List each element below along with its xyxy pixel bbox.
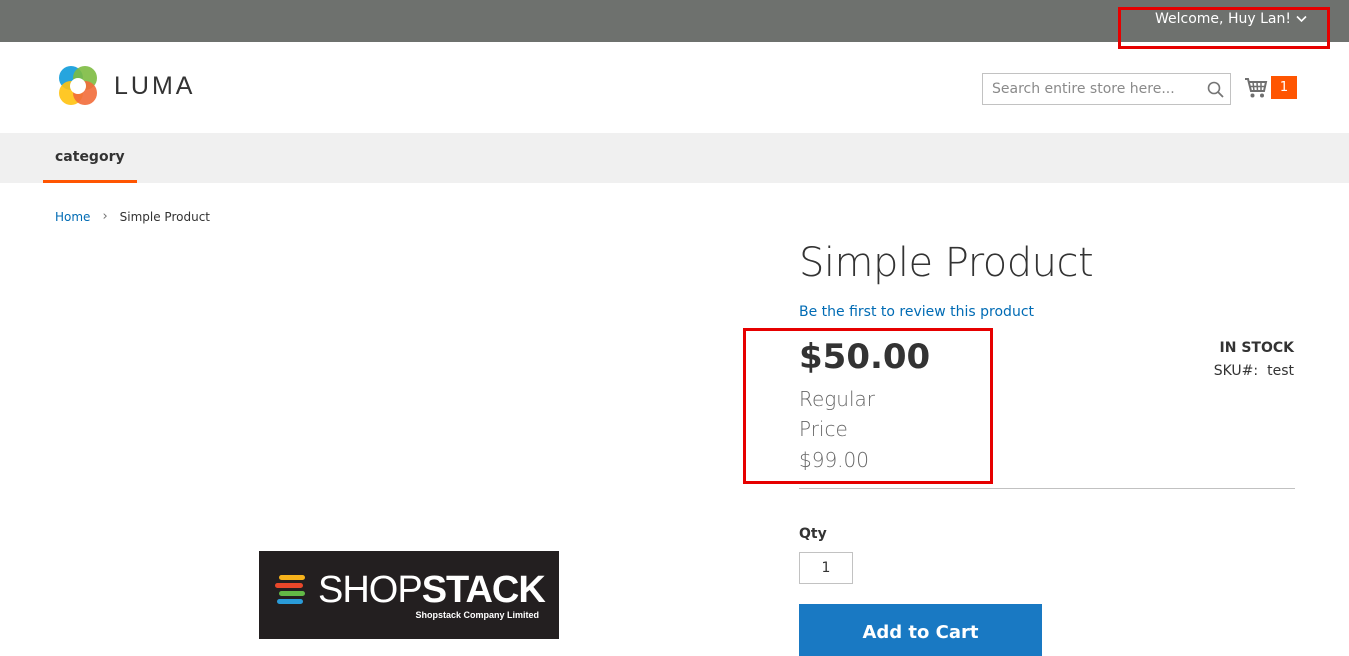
luma-logo[interactable]: LUMA: [55, 64, 195, 109]
search-icon[interactable]: [1200, 74, 1230, 104]
regular-price-label: Regular Price: [799, 387, 876, 441]
product-title: Simple Product: [799, 240, 1094, 286]
welcome-menu[interactable]: Welcome, Huy Lan!: [1155, 11, 1307, 27]
add-to-cart-button[interactable]: Add to Cart: [799, 604, 1042, 656]
minicart-button[interactable]: 1: [1244, 76, 1297, 99]
shopstack-subtitle: Shopstack Company Limited: [415, 610, 539, 620]
divider: [799, 488, 1295, 489]
logo-text: LUMA: [114, 72, 196, 100]
shopstack-logo-text: SHOPSTACK: [318, 569, 546, 611]
cart-count-badge: 1: [1271, 76, 1297, 99]
breadcrumb-home-link[interactable]: Home: [55, 210, 90, 224]
nav-item-category[interactable]: category: [43, 133, 137, 183]
top-bar: Welcome, Huy Lan!: [0, 0, 1349, 42]
cart-icon: [1245, 77, 1268, 97]
product-image[interactable]: SHOPSTACK Shopstack Company Limited: [259, 551, 559, 639]
search-input[interactable]: [983, 74, 1200, 104]
breadcrumb-current: Simple Product: [119, 209, 210, 224]
breadcrumb: Home › Simple Product: [55, 209, 210, 224]
chevron-down-icon: [1296, 15, 1307, 23]
main-navigation: category: [0, 133, 1349, 183]
review-link[interactable]: Be the first to review this product: [799, 304, 1034, 320]
product-sku: SKU#: test: [1214, 363, 1294, 379]
qty-label: Qty: [799, 526, 827, 542]
welcome-text: Welcome, Huy Lan!: [1155, 11, 1291, 27]
final-price: $50.00: [799, 337, 931, 377]
sku-value: test: [1267, 363, 1294, 379]
sku-label: SKU#:: [1213, 363, 1259, 379]
shopstack-logo-icon: [275, 575, 305, 604]
regular-price: $99.00: [799, 448, 869, 472]
stock-status: IN STOCK: [1219, 340, 1294, 356]
luma-logo-icon: [59, 66, 97, 105]
search-box: [982, 73, 1231, 105]
qty-input[interactable]: [799, 552, 853, 584]
breadcrumb-separator-icon: ›: [102, 209, 108, 224]
